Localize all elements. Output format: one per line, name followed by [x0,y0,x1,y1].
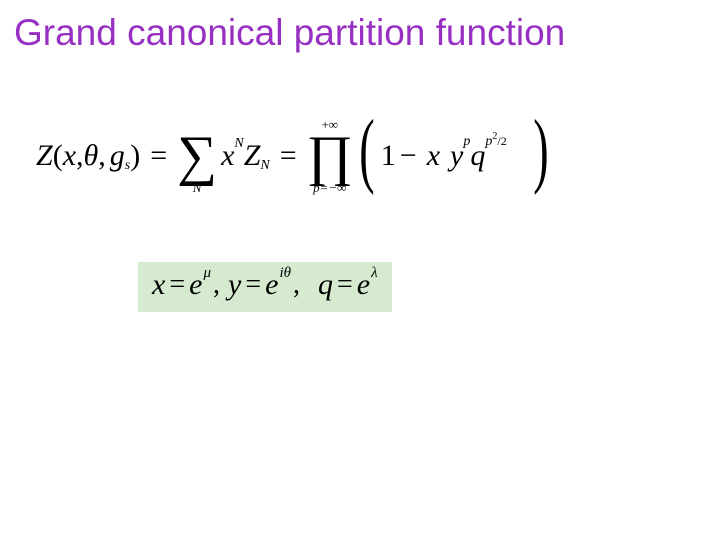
comma: , [211,269,228,301]
sym-y: y [228,268,241,302]
prod-lower: p=−∞ [313,181,346,194]
equals: = [241,269,265,301]
sup-itheta: iθ [278,265,291,282]
sym-x: x [152,268,165,302]
sup-squared: 2 [492,131,497,142]
sym-x: x [427,139,440,173]
sup-N: N [234,136,243,152]
product-operator: +∞ ∏ p=−∞ [307,118,353,194]
sum-lower: N [193,181,202,194]
sub-N: N [260,158,269,174]
pi-icon: ∏ [307,131,353,181]
equals: = [150,139,167,173]
sym-e: e [357,268,370,302]
slide: Grand canonical partition function Z ( x… [0,0,720,540]
sup-two: 2 [501,134,507,148]
comma: , [98,139,106,173]
sup-mu: μ [202,265,211,282]
equation-definitions: x = e μ , y = e iθ , q = e λ [138,262,392,312]
minus: − [400,139,417,173]
sym-x: x [221,139,234,173]
comma: , [76,139,84,173]
sym-g: g [110,139,125,173]
equals: = [165,269,189,301]
sup-lambda: λ [370,265,378,282]
sigma-icon: ∑ [177,131,217,181]
sum-operator: ∑ N [177,118,217,194]
comma: , [291,269,308,301]
sym-theta: θ [84,139,99,173]
sym-e: e [265,268,278,302]
sub-s: s [125,158,130,174]
lparen: ( [53,139,63,173]
slide-title: Grand canonical partition function [14,12,702,54]
sym-q: q [318,268,333,302]
rparen: ) [130,139,140,173]
equation-partition-function: Z ( x , θ , g s ) = ∑ N x N Z N = [36,118,555,194]
sym-Z: Z [244,139,261,173]
sym-q: q [470,139,485,173]
sym-y: y [450,139,463,173]
equals: = [280,139,297,173]
sym-Z: Z [36,139,53,173]
sym-e: e [189,268,202,302]
one: 1 [381,139,396,173]
equals: = [333,269,357,301]
sup-p2over2: p2/2 [485,134,506,150]
sym-x: x [63,139,76,173]
sup-p: p [463,134,470,150]
